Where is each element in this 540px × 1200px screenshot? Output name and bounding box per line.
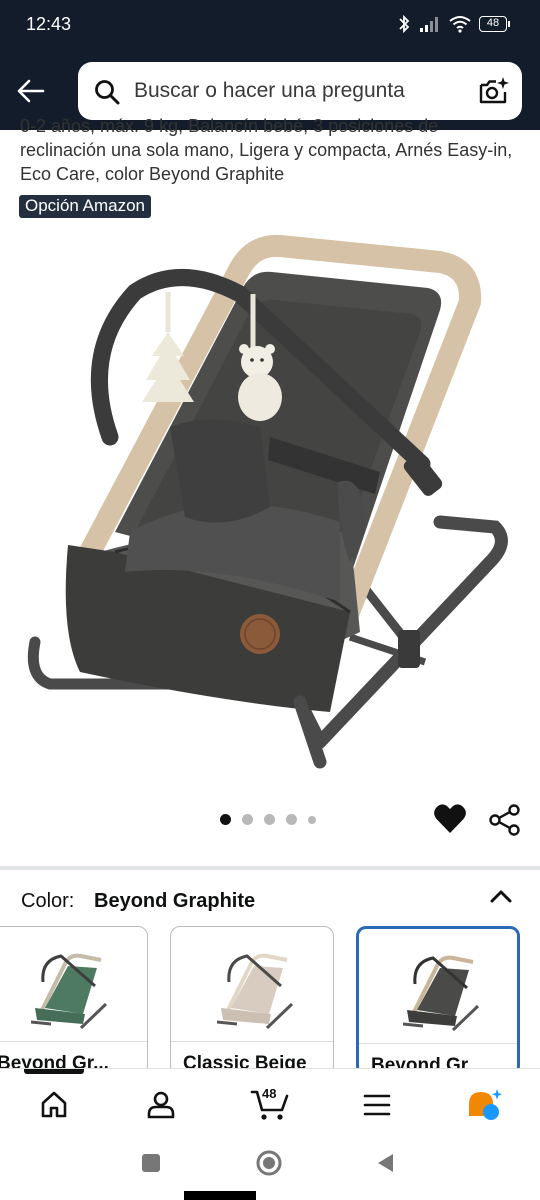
carousel-dot[interactable]	[264, 814, 275, 825]
status-icons: 48	[397, 14, 510, 34]
product-image[interactable]	[20, 232, 520, 772]
color-option-beyond-graphite[interactable]: Beyond Gr...	[356, 926, 520, 1076]
nav-rufus[interactable]	[464, 1085, 504, 1125]
gesture-pill	[184, 1191, 256, 1200]
section-divider	[0, 866, 540, 870]
home-button[interactable]	[255, 1149, 283, 1177]
heart-icon[interactable]	[433, 803, 467, 835]
active-tab-indicator	[24, 1069, 84, 1074]
baby-bouncer-image	[27, 234, 508, 769]
nav-home[interactable]	[34, 1085, 74, 1125]
carousel-dot[interactable]	[242, 814, 253, 825]
color-selected-value: Beyond Graphite	[94, 890, 256, 912]
share-icon[interactable]	[488, 803, 522, 837]
carousel-dot[interactable]	[220, 814, 231, 825]
rufus-icon	[469, 1089, 502, 1120]
bottom-nav: 48	[0, 1068, 540, 1136]
nav-menu[interactable]	[357, 1085, 397, 1125]
color-label: Color:	[21, 890, 75, 912]
nav-cart[interactable]: 48	[248, 1085, 292, 1125]
battery-icon: 48	[479, 16, 510, 32]
swatch-image	[0, 933, 147, 1041]
wifi-icon	[449, 15, 471, 33]
magnifier-icon	[95, 80, 120, 105]
swatch-image	[359, 935, 517, 1043]
recents-button[interactable]	[140, 1152, 162, 1174]
battery-level: 48	[479, 16, 507, 32]
color-option-beyond-green[interactable]: Beyond Gr...	[0, 926, 148, 1076]
menu-icon	[363, 1094, 391, 1116]
chevron-up-icon[interactable]	[486, 884, 516, 908]
back-nav-button[interactable]	[374, 1152, 396, 1174]
signal-icon	[419, 15, 441, 33]
carousel-dots[interactable]	[220, 814, 316, 825]
amazon-choice-badge: Opción Amazon	[19, 195, 152, 218]
color-option-classic-beige[interactable]: Classic Beige	[170, 926, 334, 1076]
back-button[interactable]	[14, 74, 48, 108]
carousel-dot[interactable]	[308, 815, 316, 824]
cart-count: 48	[262, 1086, 277, 1101]
nav-account[interactable]	[141, 1085, 181, 1125]
status-time: 12:43	[26, 14, 72, 34]
swatch-image	[171, 933, 333, 1041]
status-bar: 12:43 48	[0, 0, 540, 52]
system-navigation-bar	[0, 1136, 540, 1200]
carousel-dot[interactable]	[286, 814, 297, 825]
product-title[interactable]: 0-2 años, máx. 9 kg, Balancín bebé, 3 po…	[20, 114, 520, 186]
product-title-area: 0-2 años, máx. 9 kg, Balancín bebé, 3 po…	[0, 112, 540, 224]
bluetooth-icon	[397, 14, 411, 34]
account-icon	[147, 1091, 175, 1119]
camera-sparkle-icon[interactable]	[478, 76, 510, 106]
home-icon	[41, 1091, 67, 1118]
arrow-left-icon	[17, 79, 45, 103]
